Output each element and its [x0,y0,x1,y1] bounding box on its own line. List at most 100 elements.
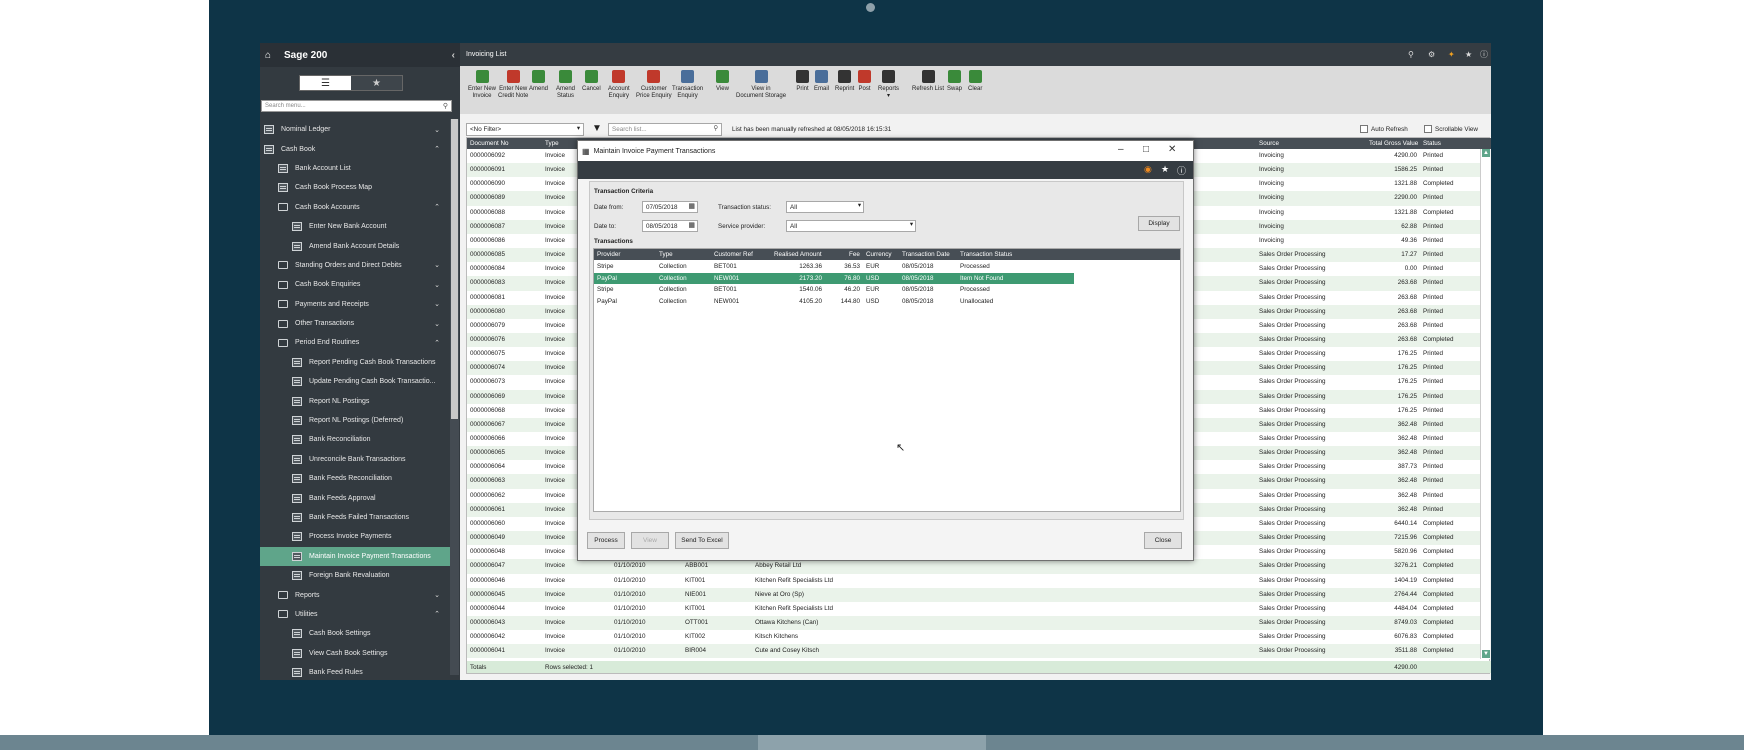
toolbar-button[interactable]: Clear [968,66,982,93]
chevron-down-icon[interactable]: ⌄ [434,591,440,599]
toolbar-button[interactable]: Post [858,66,871,93]
sidebar-scroll-thumb[interactable] [451,119,458,419]
sidebar-item[interactable]: Update Pending Cash Book Transactio... [260,372,450,391]
toolbar-button[interactable]: Print [796,66,809,93]
sidebar-item[interactable]: Bank Feeds Approval [260,488,450,507]
table-row[interactable]: 0000006046 Invoice 01/10/2010 KIT001 Kitchen… [467,574,1481,588]
toolbar-button[interactable]: Cancel [582,66,601,93]
sidebar-item[interactable]: Period End Routines ⌃ [260,333,450,352]
home-icon[interactable]: ⌂ [265,50,276,61]
toolbar-button[interactable]: Transaction Enquiry [672,66,703,100]
table-row[interactable]: 0000006044 Invoice 01/10/2010 KIT001 Kitchen… [467,602,1481,616]
sidebar-item[interactable]: Bank Reconciliation [260,430,450,449]
sidebar-item[interactable]: Cash Book Enquiries ⌄ [260,275,450,294]
sidebar-item[interactable]: Utilities ⌃ [260,605,450,624]
tcol-fee[interactable]: Fee [849,251,860,258]
sidebar-item[interactable]: Bank Feeds Failed Transactions [260,508,450,527]
menu-list-icon[interactable]: ☰ [300,76,351,90]
table-row[interactable]: 0000006042 Invoice 01/10/2010 KIT002 Kitsch … [467,630,1481,644]
gear-icon[interactable]: ⚙ [1428,50,1435,59]
sidebar-item[interactable]: Enter New Bank Account [260,217,450,236]
lightbulb-icon[interactable]: ✦ [1448,50,1455,59]
toolbar-button[interactable]: Enter New Credit Note [498,66,528,100]
scroll-down-icon[interactable]: ▼ [1482,650,1490,658]
process-button[interactable]: Process [587,532,625,549]
toolbar-button[interactable]: Customer Price Enquiry [636,66,672,100]
sidebar-item[interactable]: Cash Book Accounts ⌃ [260,198,450,217]
sidebar-item[interactable]: Report Pending Cash Book Transactions [260,353,450,372]
chevron-up-icon[interactable]: ⌃ [434,203,440,211]
transaction-row[interactable]: Stripe Collection BET001 1540.06 46.20 EUR 08/… [594,284,1074,296]
chevron-down-icon[interactable]: ⌄ [434,320,440,328]
col-status[interactable]: Status [1423,140,1441,147]
close-button[interactable]: Close [1144,532,1182,549]
chevron-down-icon[interactable]: ⌄ [434,261,440,269]
sidebar-item[interactable]: Process Invoice Payments [260,527,450,546]
table-row[interactable]: 0000006045 Invoice 01/10/2010 NIE001 Nieve a… [467,587,1481,602]
toolbar-button[interactable]: View [716,66,729,93]
star-icon[interactable]: ★ [1465,50,1472,59]
col-type[interactable]: Type [545,140,559,147]
tcol-type[interactable]: Type [659,251,673,258]
auto-refresh-checkbox[interactable] [1360,125,1368,133]
status-select[interactable]: All ▾ [786,201,864,213]
sidebar-item[interactable]: Nominal Ledger ⌄ [260,120,450,139]
scrollable-view-checkbox[interactable] [1424,125,1432,133]
provider-select[interactable]: All ▾ [786,220,916,232]
sidebar-item[interactable]: Cash Book Process Map [260,178,450,197]
sidebar-item[interactable]: Bank Feeds Reconciliation [260,469,450,488]
dialog-help-icon[interactable]: ⓘ [1177,164,1186,177]
transaction-row[interactable]: Stripe Collection BET001 1263.36 36.53 EUR 08/… [594,261,1074,273]
table-row[interactable]: 0000006047 Invoice 01/10/2010 ABB001 Abbey R… [467,559,1481,574]
search-tool-icon[interactable]: ⚲ [1408,50,1414,59]
date-from-field[interactable]: 07/05/2018 ▦ [642,201,698,213]
toolbar-button[interactable]: Amend Status [556,66,575,100]
chevron-up-icon[interactable]: ⌃ [434,339,440,347]
col-document-no[interactable]: Document No [470,140,509,147]
grid-scrollbar[interactable]: ▲ ▼ [1480,149,1490,659]
toolbar-button[interactable]: Swap [947,66,962,93]
sidebar-item[interactable]: Standing Orders and Direct Debits ⌄ [260,256,450,275]
dialog-star-icon[interactable]: ★ [1161,164,1169,175]
table-row[interactable]: 0000006043 Invoice 01/10/2010 OTT001 Ottawa … [467,615,1481,631]
sidebar-item[interactable]: Reports ⌄ [260,585,450,604]
view-button[interactable]: View [631,532,669,549]
display-button[interactable]: Display [1138,216,1180,231]
minimize-icon[interactable]: – [1118,144,1124,155]
calendar-icon[interactable]: ▦ [688,221,695,229]
search-icon[interactable]: ⚲ [443,102,448,110]
sidebar-item[interactable]: Bank Feed Rules [260,663,450,680]
table-row[interactable]: 0000006041 Invoice 01/10/2010 BIR004 Cute an… [467,644,1481,659]
toolbar-button[interactable]: Amend [529,66,548,93]
toolbar-button[interactable]: Enter New Invoice [468,66,496,100]
sidebar-item[interactable]: Bank Account List [260,159,450,178]
list-search-icon[interactable]: ⚲ [713,125,718,132]
filter-funnel-icon[interactable]: ▼ [592,123,602,134]
chevron-down-icon[interactable]: ⌄ [434,126,440,134]
toolbar-button[interactable]: Email [814,66,829,93]
tcol-transaction-date[interactable]: Transaction Date [902,251,950,258]
favourites-star-icon[interactable]: ★ [351,76,402,90]
chevron-up-icon[interactable]: ⌃ [434,145,440,153]
toolbar-button[interactable]: Refresh List [912,66,944,93]
sidebar-item[interactable]: Payments and Receipts ⌄ [260,295,450,314]
sidebar-item[interactable]: Report NL Postings [260,391,450,410]
sidebar-item[interactable]: Maintain Invoice Payment Transactions [260,546,450,566]
chevron-down-icon[interactable]: ⌄ [434,281,440,289]
transaction-row[interactable]: PayPal Collection NEW001 2173.20 76.80 USD 08/… [594,272,1074,284]
col-total-gross-value[interactable]: Total Gross Value [1369,140,1418,147]
scroll-up-icon[interactable]: ▲ [1482,149,1490,157]
toolbar-button[interactable]: Reprint [835,66,854,93]
sidebar-item[interactable]: View Cash Book Settings [260,644,450,663]
filter-select[interactable]: <No Filter> ▾ [466,123,584,136]
sidebar-item[interactable]: Amend Bank Account Details [260,236,450,255]
toolbar-button[interactable]: Reports ▾ [878,66,899,100]
maximize-icon[interactable]: □ [1143,144,1149,155]
alert-icon[interactable]: ◉ [1144,164,1152,175]
help-icon[interactable]: ⓘ [1480,49,1488,60]
chevron-down-icon[interactable]: ⌄ [434,300,440,308]
toolbar-button[interactable]: Account Enquiry [608,66,630,100]
sidebar-scrollbar[interactable] [450,119,459,675]
col-source[interactable]: Source [1259,140,1279,147]
collapse-sidebar-icon[interactable]: ‹ [452,50,455,61]
